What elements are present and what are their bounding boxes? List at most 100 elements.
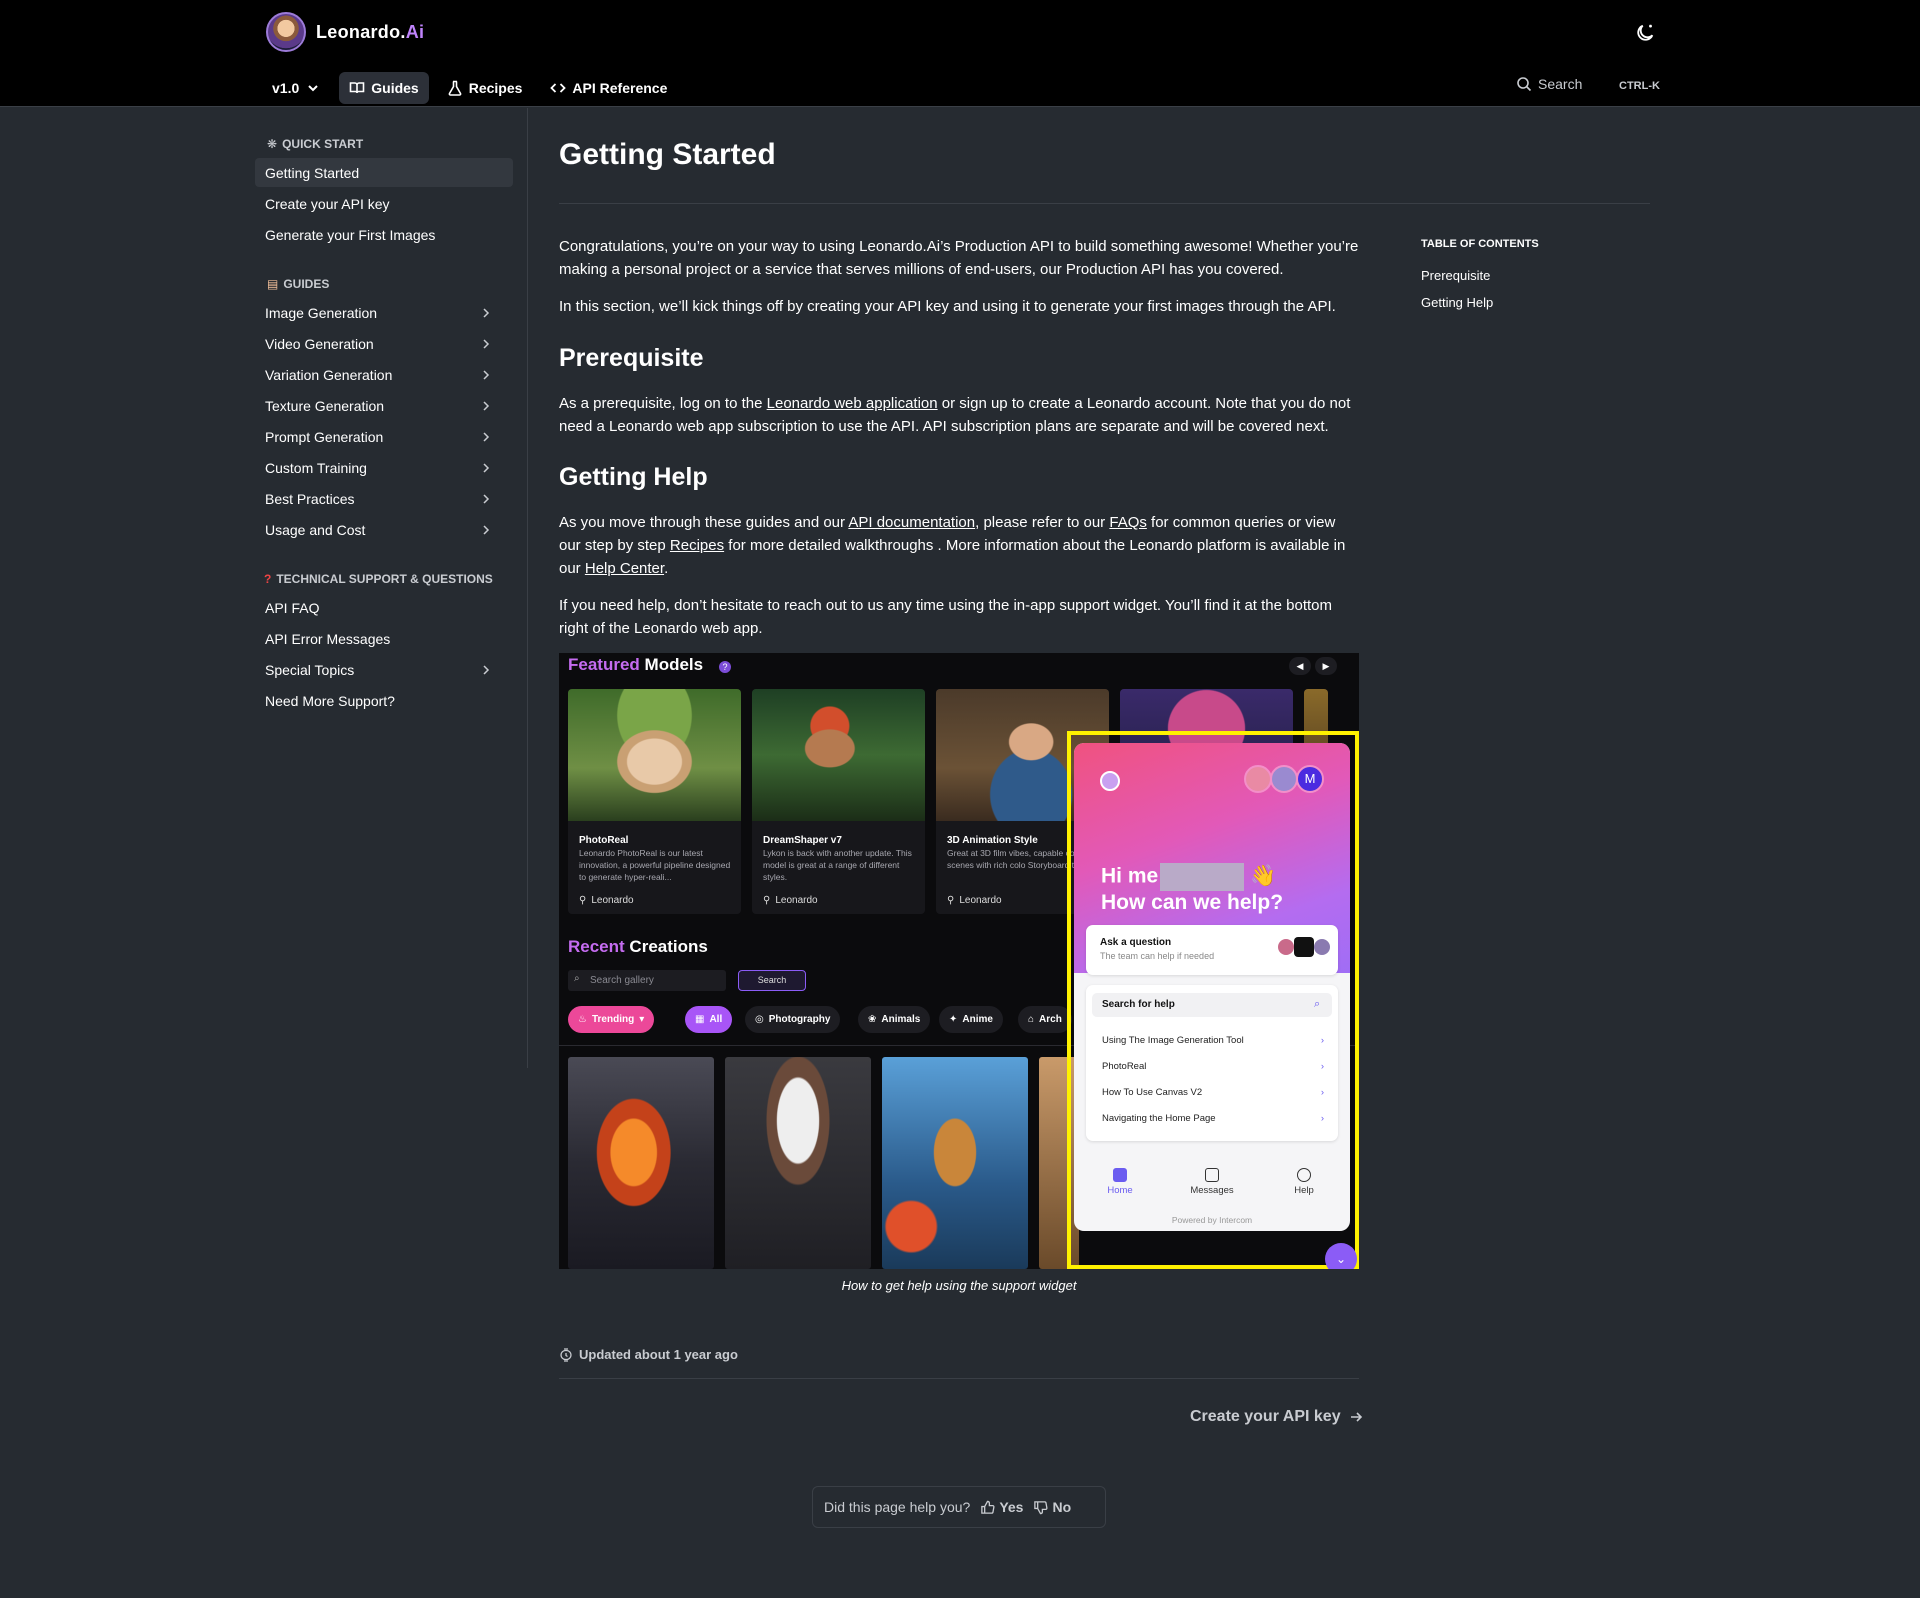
chip-animals[interactable]: ❀ Animals xyxy=(858,1006,931,1033)
featured-models-heading: Featured Models xyxy=(568,655,704,674)
page-title: Getting Started xyxy=(559,138,776,171)
search-icon: ⌕ xyxy=(1314,998,1321,1010)
search-button[interactable]: Search xyxy=(1516,76,1582,92)
help-center-link[interactable]: Help Center xyxy=(585,560,664,577)
chevron-right-icon: › xyxy=(1320,1087,1324,1098)
help-article-link[interactable]: PhotoReal › xyxy=(1102,1061,1324,1072)
model-author: ⚲ Leonardo xyxy=(947,895,1002,906)
chip-trending[interactable]: ♨ Trending ▾ xyxy=(568,1006,655,1033)
nav-recipes[interactable]: Recipes xyxy=(437,72,533,104)
theme-toggle-icon[interactable] xyxy=(1634,22,1656,44)
table-of-contents: TABLE OF CONTENTS Prerequisite Getting H… xyxy=(1421,238,1539,322)
arrow-right-icon[interactable]: ▶ xyxy=(1315,657,1337,675)
sidebar-item-generate-first-images[interactable]: Generate your First Images xyxy=(255,220,513,249)
section-title-quick-start: ❋ QUICK START xyxy=(267,137,364,151)
sidebar-item-getting-started[interactable]: Getting Started xyxy=(255,158,513,187)
toc-title: TABLE OF CONTENTS xyxy=(1421,238,1539,250)
chevron-down-icon: ▾ xyxy=(639,1014,645,1025)
camera-icon: ◎ xyxy=(755,1014,764,1025)
ask-question-card[interactable]: Ask a question The team can help if need… xyxy=(1086,925,1338,975)
section-title-guides: ▤ GUIDES xyxy=(267,277,330,291)
user-icon: ⚲ xyxy=(947,895,955,906)
top-header: Leonardo.Ai v1.0 Guides Recipes API Refe… xyxy=(0,0,1920,107)
feedback-question: Did this page help you? xyxy=(824,1499,971,1515)
chevron-right-icon xyxy=(483,338,490,349)
widget-help-heading: How can we help? xyxy=(1101,891,1284,914)
gallery-image[interactable] xyxy=(882,1057,1028,1269)
sidebar-item-special-topics[interactable]: Special Topics xyxy=(255,655,513,684)
recent-creations-heading: Recent Creations xyxy=(568,937,708,956)
model-author: ⚲ Leonardo xyxy=(763,895,818,906)
chip-all[interactable]: ▦ All xyxy=(685,1006,733,1033)
toc-item-getting-help[interactable]: Getting Help xyxy=(1421,295,1539,310)
brand-name: Leonardo.Ai xyxy=(316,21,425,42)
chip-architecture[interactable]: ⌂ Arch xyxy=(1018,1006,1072,1033)
widget-close-icon[interactable]: ⌄ xyxy=(1325,1243,1357,1269)
help-icon xyxy=(1297,1168,1311,1182)
chevron-right-icon xyxy=(483,307,490,318)
sidebar-item-usage-and-cost[interactable]: Usage and Cost xyxy=(255,515,513,544)
powered-by-intercom: Powered by Intercom xyxy=(1171,1215,1253,1225)
sidebar-item-custom-training[interactable]: Custom Training xyxy=(255,453,513,482)
api-documentation-link[interactable]: API documentation xyxy=(848,514,975,531)
feedback-no-button[interactable]: No xyxy=(1033,1499,1071,1515)
brand-logo[interactable]: Leonardo.Ai xyxy=(266,12,424,52)
help-article-link[interactable]: How To Use Canvas V2 › xyxy=(1102,1087,1324,1098)
getting-help-paragraph: As you move through these guides and our… xyxy=(559,514,1346,577)
gallery-image[interactable] xyxy=(725,1057,871,1269)
redacted-name xyxy=(1160,863,1245,891)
model-card[interactable]: DreamShaper v7 Lykon is back with anothe… xyxy=(752,689,925,914)
chip-anime[interactable]: ✦ Anime xyxy=(939,1006,1003,1033)
sparkle-icon: ❋ xyxy=(267,137,278,151)
footer-divider xyxy=(559,1378,1359,1379)
search-icon xyxy=(1517,77,1532,92)
sidebar-item-create-api-key[interactable]: Create your API key xyxy=(255,189,513,218)
faqs-link[interactable]: FAQs xyxy=(1109,514,1147,531)
sidebar-item-need-more-support[interactable]: Need More Support? xyxy=(255,686,513,715)
chip-photography[interactable]: ◎ Photography xyxy=(745,1006,841,1033)
search-help-input[interactable]: Search for help xyxy=(1092,993,1332,1017)
help-article-link[interactable]: Navigating the Home Page › xyxy=(1102,1113,1324,1124)
sidebar-item-prompt-generation[interactable]: Prompt Generation xyxy=(255,422,513,451)
sidebar-item-video-generation[interactable]: Video Generation xyxy=(255,329,513,358)
search-help-card: Search for help ⌕ Using The Image Genera… xyxy=(1086,985,1338,1141)
gallery-search-button[interactable]: Search xyxy=(738,970,806,991)
toc-item-prerequisite[interactable]: Prerequisite xyxy=(1421,268,1539,283)
model-card[interactable]: PhotoReal Leonardo PhotoReal is our late… xyxy=(568,689,741,914)
sidebar-item-texture-generation[interactable]: Texture Generation xyxy=(255,391,513,420)
chevron-right-icon xyxy=(483,369,490,380)
chevron-right-icon: › xyxy=(1320,1113,1324,1124)
search-icon: ⌕ xyxy=(574,973,580,984)
recipes-link[interactable]: Recipes xyxy=(670,537,724,554)
gallery-search-input[interactable]: Search gallery xyxy=(568,970,726,991)
version-select[interactable]: v1.0 xyxy=(262,72,331,104)
help-article-link[interactable]: Using The Image Generation Tool › xyxy=(1102,1035,1324,1046)
gallery-image[interactable] xyxy=(568,1057,714,1269)
chevron-right-icon: › xyxy=(1320,1061,1324,1072)
thumbs-up-icon xyxy=(981,1500,995,1514)
support-widget: M Hi me 👋 How can we help? Ask a questio… xyxy=(1074,743,1350,1231)
sidebar-item-api-faq[interactable]: API FAQ xyxy=(255,593,513,622)
next-page-link[interactable]: Create your API key xyxy=(1190,1408,1363,1426)
model-name: DreamShaper v7 xyxy=(763,835,842,846)
clock-icon xyxy=(560,1347,572,1362)
nav-guides[interactable]: Guides xyxy=(339,72,429,104)
leonardo-web-app-link[interactable]: Leonardo web application xyxy=(767,395,938,412)
sidebar-item-best-practices[interactable]: Best Practices xyxy=(255,484,513,513)
avatar xyxy=(1270,765,1298,793)
widget-tab-help[interactable]: Help xyxy=(1269,1168,1339,1210)
sidebar-item-api-error-messages[interactable]: API Error Messages xyxy=(255,624,513,653)
nav-api-reference[interactable]: API Reference xyxy=(540,72,677,104)
flame-icon: ♨ xyxy=(578,1014,587,1025)
arrow-left-icon[interactable]: ◀ xyxy=(1289,657,1311,675)
intro-paragraph-2: In this section, we’ll kick things off b… xyxy=(559,298,1336,315)
sidebar-item-image-generation[interactable]: Image Generation xyxy=(255,298,513,327)
chevron-right-icon xyxy=(483,493,490,504)
widget-tab-messages[interactable]: Messages xyxy=(1177,1168,1247,1210)
feedback-yes-button[interactable]: Yes xyxy=(980,1499,1023,1515)
help-badge-icon: ? xyxy=(719,661,731,673)
sidebar-item-variation-generation[interactable]: Variation Generation xyxy=(255,360,513,389)
widget-tab-home[interactable]: Home xyxy=(1085,1168,1155,1210)
ask-question-subtitle: The team can help if needed xyxy=(1100,951,1215,961)
home-icon xyxy=(1113,1168,1127,1182)
